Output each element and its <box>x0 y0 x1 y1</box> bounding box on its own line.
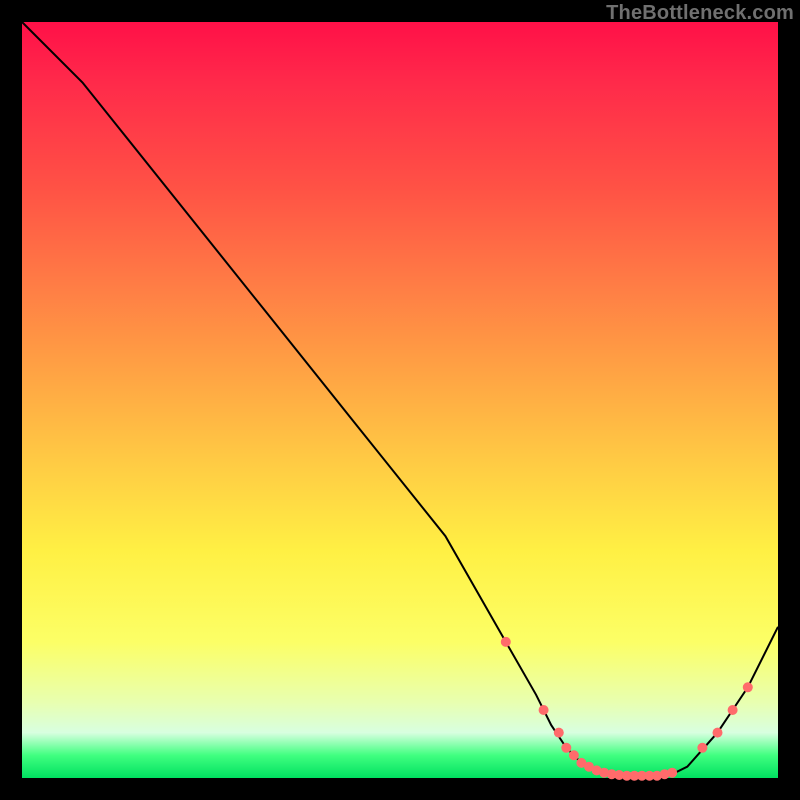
marker-dot <box>697 743 707 753</box>
marker-group <box>501 637 753 781</box>
marker-dot <box>501 637 511 647</box>
marker-dot <box>728 705 738 715</box>
marker-dot <box>569 750 579 760</box>
marker-dot <box>561 743 571 753</box>
curve-path <box>22 22 778 776</box>
watermark-text: TheBottleneck.com <box>606 2 794 25</box>
bottleneck-curve <box>22 22 778 778</box>
marker-dot <box>667 768 677 778</box>
marker-dot <box>713 728 723 738</box>
marker-dot <box>554 728 564 738</box>
chart-stage: TheBottleneck.com <box>0 0 800 800</box>
plot-area <box>22 22 778 778</box>
marker-dot <box>539 705 549 715</box>
marker-dot <box>743 682 753 692</box>
